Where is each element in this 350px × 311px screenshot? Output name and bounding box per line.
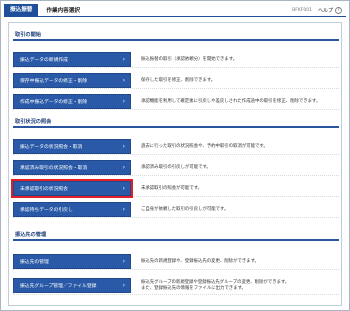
- chevron-right-icon: ›: [122, 282, 125, 289]
- status-inquiry-button[interactable]: 振込データの状況照会・取消 ›: [13, 139, 131, 154]
- page-title: 作業内容選択: [46, 8, 80, 14]
- help-label: ヘルプ: [317, 7, 333, 14]
- help-icon: ?: [335, 6, 342, 14]
- chevron-right-icon: ›: [122, 98, 125, 105]
- edit-saved-button[interactable]: 保存中振込データの修正・削除 ›: [13, 73, 131, 88]
- screen-code: BFKF001: [292, 7, 312, 13]
- payee-group-button[interactable]: 振込先グループ管理／ファイル登録 ›: [13, 278, 131, 293]
- button-label: 振込先グループ管理／ファイル登録: [20, 284, 97, 289]
- approved-inquiry-button[interactable]: 承認済み取引の状況照会・取消 ›: [13, 160, 131, 175]
- section-title-status: 取引状況の照会: [13, 118, 339, 128]
- row-description: 振込先の新規登録や、登録振込先の変更、削除ができます。: [141, 258, 259, 264]
- chevron-right-icon: ›: [122, 164, 125, 171]
- button-label: 振込データの状況照会・取消: [20, 145, 83, 150]
- chevron-right-icon: ›: [122, 206, 125, 213]
- menu-row: 振込先グループ管理／ファイル登録 › 振込先グループの新規登録や登録振込先グループ…: [13, 277, 339, 295]
- menu-row: 振込データの状況照会・取消 › 過去に行った取引の状況照会や、予約中取引の取消が可…: [13, 139, 339, 155]
- row-description: 承認済み取引の引戻しが可能です。: [141, 164, 211, 170]
- row-description: 未承認取引の照会が可能です。: [141, 185, 203, 191]
- payee-manage-button[interactable]: 振込先の管理 ›: [13, 254, 131, 269]
- button-label: 振込先の管理: [20, 260, 49, 265]
- chevron-right-icon: ›: [122, 143, 125, 150]
- row-description: 保存した取引を修正、削除できます。: [141, 77, 216, 83]
- menu-row: 承認待ちデータの引戻し › ご自身が依頼した取引の引戻しが可能です。: [13, 202, 339, 218]
- menu-row: 保存中振込データの修正・削除 › 保存した取引を修正、削除できます。: [13, 73, 339, 89]
- row-description: 承認機能を利用して確定後に引戻しや差戻しされた作成途中の取引を修正、削除できます…: [141, 98, 321, 104]
- button-label: 保存中振込データの修正・削除: [20, 79, 88, 84]
- button-label: 振込データの新規作成: [20, 58, 68, 63]
- menu-row: 振込データの新規作成 › 振込振替の取引（承認依頼分）を開始できます。: [13, 52, 339, 68]
- row-description: 振込先グループの新規登録や登録振込先グループの変更、削除ができます。 また、登録…: [131, 280, 289, 292]
- row-description-line: また、登録振込先の情報をファイルに出力できます。: [141, 285, 246, 291]
- menu-row: 振込先の管理 › 振込先の新規登録や、登録振込先の変更、削除ができます。: [13, 254, 339, 270]
- section-title-start: 取引の開始: [13, 31, 339, 41]
- unapproved-inquiry-button[interactable]: 未承認取引の状況照会 ›: [11, 179, 133, 198]
- app-title: 振込振替: [4, 3, 39, 17]
- chevron-right-icon: ›: [122, 77, 125, 84]
- edit-draft-button[interactable]: 作成中振込データの修正・削除 ›: [13, 94, 131, 109]
- chevron-right-icon: ›: [122, 56, 125, 63]
- chevron-right-icon: ›: [122, 185, 125, 192]
- new-transfer-button[interactable]: 振込データの新規作成 ›: [13, 52, 131, 67]
- button-label: 未承認取引の状況照会: [20, 187, 68, 192]
- menu-panel: 取引の開始 振込データの新規作成 › 振込振替の取引（承認依頼分）を開始できます。…: [8, 22, 342, 306]
- row-description: 振込振替の取引（承認依頼分）を開始できます。: [141, 56, 238, 62]
- row-description: 過去に行った取引の状況照会や、予約中取引の取消が可能です。: [141, 143, 268, 149]
- chevron-right-icon: ›: [122, 258, 125, 265]
- recall-pending-button[interactable]: 承認待ちデータの引戻し ›: [13, 202, 131, 217]
- menu-row: 作成中振込データの修正・削除 › 承認機能を利用して確定後に引戻しや差戻しされた作…: [13, 94, 339, 110]
- menu-row: 承認済み取引の状況照会・取消 › 承認済み取引の引戻しが可能です。: [13, 160, 339, 176]
- section-title-payee: 振込先の管理: [13, 231, 339, 241]
- button-label: 承認済み取引の状況照会・取消: [20, 166, 88, 171]
- help-link[interactable]: ヘルプ ?: [317, 6, 342, 14]
- menu-row: 未承認取引の状況照会 › 未承認取引の照会が可能です。: [11, 179, 339, 198]
- row-description: ご自身が依頼した取引の引戻しが可能です。: [141, 206, 229, 212]
- button-label: 作成中振込データの修正・削除: [20, 100, 88, 105]
- row-description-line: 振込先グループの新規登録や登録振込先グループの変更、削除ができます。: [141, 279, 290, 285]
- header-bar: 振込振替 作業内容選択 BFKF001 ヘルプ ?: [4, 3, 346, 17]
- button-label: 承認待ちデータの引戻し: [20, 208, 73, 213]
